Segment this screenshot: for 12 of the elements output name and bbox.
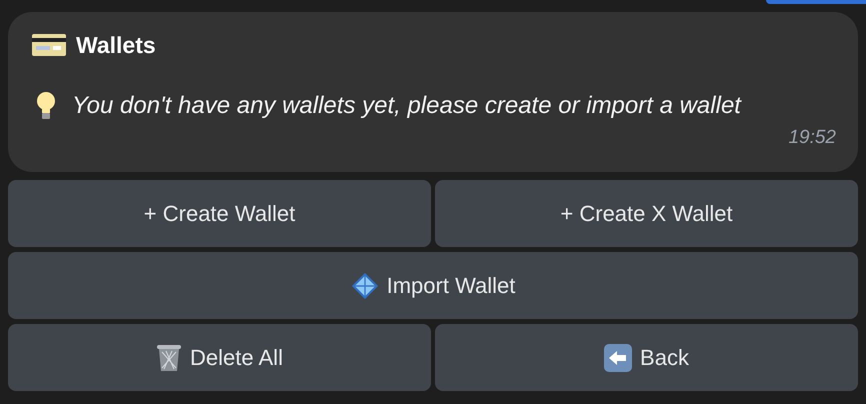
diamond-icon bbox=[350, 272, 379, 300]
keyboard-button[interactable]: Delete All bbox=[8, 324, 431, 391]
message-title: Wallets bbox=[76, 32, 156, 58]
message-time: 19:52 bbox=[788, 127, 836, 149]
keyboard-button[interactable]: + Create Wallet bbox=[8, 180, 431, 247]
message-text: You don't have any wallets yet, please create or import a wallet bbox=[72, 92, 741, 120]
keyboard-button[interactable]: Back bbox=[435, 324, 858, 391]
credit-card-icon bbox=[32, 34, 66, 56]
keyboard-button[interactable]: + Create X Wallet bbox=[435, 180, 858, 247]
light-bulb-icon bbox=[36, 91, 56, 121]
keyboard-button[interactable]: Import Wallet bbox=[8, 252, 858, 319]
wastebasket-icon bbox=[156, 342, 182, 372]
